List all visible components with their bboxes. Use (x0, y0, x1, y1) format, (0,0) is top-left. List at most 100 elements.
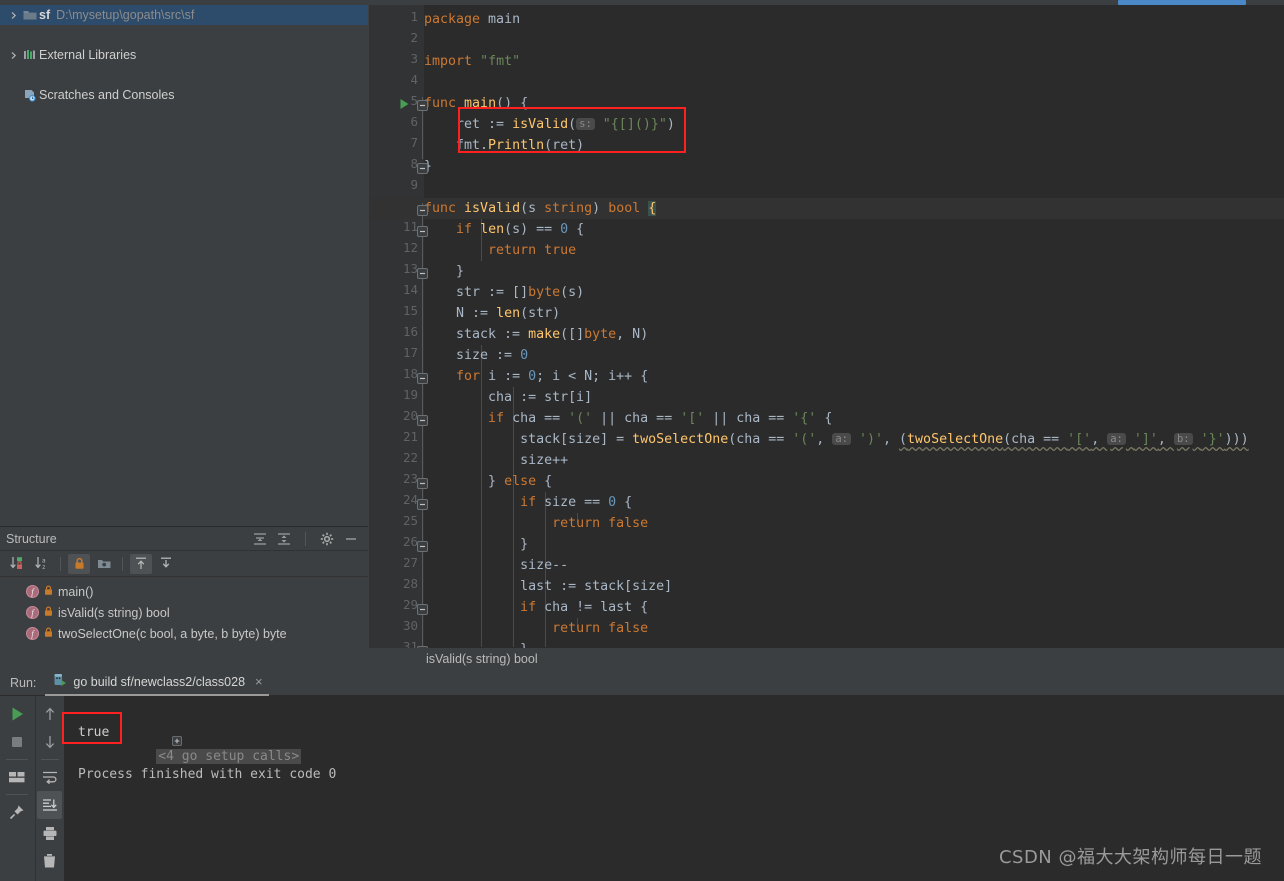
code-line[interactable]: func isValid(s string) bool { (424, 198, 657, 219)
line-number: 31 (402, 639, 418, 648)
fold-toggle-icon[interactable] (417, 224, 428, 237)
group-icon[interactable] (93, 554, 115, 574)
line-number: 13 (402, 261, 418, 276)
code-line[interactable]: if cha == '(' || cha == '[' || cha == '{… (424, 408, 832, 429)
collapse-all-icon[interactable] (277, 532, 291, 546)
pin-icon[interactable] (0, 798, 34, 826)
code-line[interactable]: } (424, 534, 528, 555)
code-line[interactable]: cha := str[i] (424, 387, 592, 408)
expand-all-icon[interactable] (253, 532, 267, 546)
editor-gutter[interactable]: 1234567891011121314151617181920212223242… (369, 5, 424, 648)
code-line[interactable]: return false (424, 513, 648, 534)
minimize-icon[interactable] (344, 532, 358, 546)
show-non-public-icon[interactable] (68, 553, 90, 574)
project-tool-window[interactable]: sf D:\mysetup\gopath\src\sf External Lib… (0, 5, 368, 526)
code-line[interactable]: ret := isValid(s: "{[]()}") (424, 114, 675, 135)
editor-text-area[interactable]: package main import "fmt" func main() { re… (424, 5, 1284, 648)
code-line[interactable]: } (424, 261, 464, 282)
function-badge-icon: f (26, 606, 39, 619)
code-line[interactable]: size-- (424, 555, 568, 576)
tree-item-sf-path: D:\mysetup\gopath\src\sf (56, 8, 195, 22)
structure-item-isvalid[interactable]: f isValid(s string) bool (0, 602, 368, 623)
soft-wrap-icon[interactable] (37, 763, 62, 791)
scroll-to-end-icon[interactable] (37, 791, 62, 819)
line-number: 11 (402, 219, 418, 234)
line-number: 7 (410, 135, 418, 150)
code-line[interactable]: return false (424, 618, 648, 639)
chevron-right-icon[interactable] (6, 48, 20, 62)
divider (6, 794, 28, 795)
layout-icon[interactable] (0, 763, 34, 791)
sort-by-visibility-icon[interactable] (6, 554, 28, 574)
structure-title: Structure (6, 531, 57, 546)
code-line[interactable]: stack[size] = twoSelectOne(cha == '(', a… (424, 429, 1249, 450)
line-number: 22 (402, 450, 418, 465)
fold-toggle-icon[interactable] (417, 161, 428, 174)
run-panel-label: Run: (10, 675, 37, 690)
fold-toggle-icon[interactable] (417, 371, 428, 384)
fold-toggle-icon[interactable] (417, 98, 428, 111)
sort-alphabetically-icon[interactable]: a z (31, 554, 53, 574)
code-editor[interactable]: 1234567891011121314151617181920212223242… (369, 5, 1284, 648)
structure-item-label: twoSelectOne(c bool, a byte, b byte) byt… (58, 626, 287, 641)
code-line[interactable]: return true (424, 240, 576, 261)
code-line[interactable]: fmt.Println(ret) (424, 135, 584, 156)
code-line[interactable]: N := len(str) (424, 303, 560, 324)
scroll-down-icon[interactable] (37, 728, 62, 756)
code-line[interactable]: str := []byte(s) (424, 282, 584, 303)
line-number: 27 (402, 555, 418, 570)
tree-item-sf[interactable]: sf D:\mysetup\gopath\src\sf (0, 5, 368, 25)
chevron-right-icon[interactable] (6, 8, 20, 22)
clear-all-icon[interactable] (37, 847, 62, 875)
print-icon[interactable] (37, 819, 62, 847)
code-line[interactable]: if cha != last { (424, 597, 648, 618)
line-number: 4 (410, 72, 418, 87)
tree-item-scratches[interactable]: Scratches and Consoles (0, 85, 368, 105)
structure-item-twoselectone[interactable]: f twoSelectOne(c bool, a byte, b byte) b… (0, 623, 368, 644)
structure-header: Structure (0, 527, 368, 551)
show-inherited-icon[interactable] (130, 553, 152, 574)
code-line[interactable]: package main (424, 9, 520, 30)
line-number: 24 (402, 492, 418, 507)
fold-toggle-icon[interactable] (417, 413, 428, 426)
code-line[interactable]: } (424, 639, 528, 648)
fold-toggle-icon[interactable] (417, 602, 428, 615)
line-number: 18 (402, 366, 418, 381)
line-number: 8 (410, 156, 418, 171)
watermark-text: CSDN @福大大架构师每日一题 (998, 847, 1262, 868)
go-run-icon (53, 672, 67, 692)
code-line[interactable]: size++ (424, 450, 568, 471)
lock-icon (44, 606, 53, 620)
tree-item-external-libraries[interactable]: External Libraries (0, 45, 368, 65)
close-icon[interactable]: × (255, 674, 263, 689)
code-line[interactable]: size := 0 (424, 345, 528, 366)
rerun-icon[interactable] (0, 700, 34, 728)
stop-icon[interactable] (0, 728, 34, 756)
line-number: 14 (402, 282, 418, 297)
structure-item-label: isValid(s string) bool (58, 605, 170, 620)
fold-toggle-icon[interactable] (417, 203, 428, 216)
show-anonymous-icon[interactable] (155, 554, 177, 574)
code-line[interactable]: func main() { (424, 93, 528, 114)
code-line[interactable]: if len(s) == 0 { (424, 219, 584, 240)
code-line[interactable]: for i := 0; i < N; i++ { (424, 366, 648, 387)
fold-toggle-icon[interactable] (417, 476, 428, 489)
structure-item-main[interactable]: f main() (0, 581, 368, 602)
code-line[interactable]: last := stack[size] (424, 576, 672, 597)
run-gutter-icon[interactable] (399, 97, 411, 109)
run-tab[interactable]: go build sf/newclass2/class028 × (45, 670, 269, 696)
code-line[interactable]: if size == 0 { (424, 492, 632, 513)
editor-breadcrumb: isValid(s string) bool (369, 648, 1284, 670)
fold-toggle-icon[interactable] (417, 266, 428, 279)
code-line[interactable]: } else { (424, 471, 552, 492)
fold-toggle-icon[interactable] (417, 497, 428, 510)
scroll-up-icon[interactable] (37, 700, 62, 728)
line-number: 15 (402, 303, 418, 318)
code-line[interactable]: stack := make([]byte, N) (424, 324, 648, 345)
fold-toggle-icon[interactable] (417, 539, 428, 552)
code-line[interactable]: import "fmt" (424, 51, 520, 72)
breadcrumb-label: isValid(s string) bool (426, 652, 538, 666)
libraries-icon (20, 49, 39, 61)
gear-icon[interactable] (320, 532, 334, 546)
divider (305, 531, 306, 546)
